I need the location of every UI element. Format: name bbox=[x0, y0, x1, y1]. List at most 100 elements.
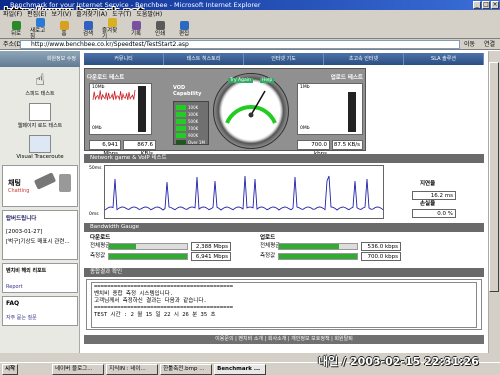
home-icon bbox=[59, 20, 69, 30]
results-box[interactable]: ========================================… bbox=[86, 279, 482, 330]
back-button[interactable]: 뒤로 bbox=[6, 20, 26, 37]
nav-speed-test[interactable]: ☝ 스피드 테스트 bbox=[6, 70, 74, 101]
latency-label: 지연율 bbox=[420, 181, 436, 187]
scrollbar-thumb[interactable] bbox=[489, 62, 499, 292]
menu-view[interactable]: 보기(V) bbox=[52, 11, 72, 18]
window-controls: _ □ × bbox=[440, 0, 500, 10]
battery-icon-2 bbox=[59, 174, 71, 192]
nav-visual-traceroute[interactable]: Visual Traceroute bbox=[6, 134, 74, 165]
toolbar-label: 검색 bbox=[82, 30, 94, 37]
links-button[interactable]: 연결 bbox=[484, 40, 495, 49]
download-mbps: 6,941 Mbps bbox=[89, 140, 121, 157]
task-bmp[interactable]: 한툴축전.bmp ... bbox=[160, 363, 213, 375]
help-button[interactable]: Help bbox=[260, 78, 275, 83]
upload-kbs: 87.5 KB/s bbox=[332, 140, 363, 150]
toolbar-label: 뒤로 bbox=[10, 30, 22, 37]
bw-bar-fill bbox=[279, 244, 340, 249]
footer-links[interactable]: 이용문의 | 벤치비 소개 | 회사소개 | 개인정보 보호정책 | 회원탈퇴 bbox=[84, 335, 484, 344]
latency-graph bbox=[104, 165, 384, 219]
vod-title: VOD Capability bbox=[173, 85, 202, 97]
menu-help[interactable]: 도움말(H) bbox=[136, 11, 162, 18]
tab-sla[interactable]: SLA 솔루션 bbox=[404, 53, 484, 65]
tab-community[interactable]: 커뮤니티 bbox=[84, 53, 164, 65]
try-again-button[interactable]: Try Again bbox=[228, 78, 253, 83]
results-text: ========================================… bbox=[91, 282, 477, 328]
start-button[interactable]: 시작 bbox=[2, 363, 19, 375]
report-link[interactable]: Report bbox=[6, 284, 74, 290]
bw-bar-track bbox=[278, 243, 358, 250]
faq-link[interactable]: 자주 묻는 질문 bbox=[6, 314, 74, 321]
results-line: ========================================… bbox=[94, 305, 234, 311]
bw-up-label: 업로드 bbox=[260, 235, 276, 241]
print-button[interactable]: 인쇄 bbox=[150, 20, 170, 37]
vod-level-label: 700K bbox=[188, 125, 199, 131]
address-input[interactable]: http://www.benchbee.co.kr/Speedtest/Test… bbox=[20, 40, 460, 49]
task-naver-blog[interactable]: 네이버 블로그... bbox=[52, 363, 105, 375]
address-bar: 주소(D) http://www.benchbee.co.kr/Speedtes… bbox=[0, 39, 500, 50]
download-line bbox=[92, 89, 136, 101]
chatting-promo[interactable]: 채팅 Chatting bbox=[2, 165, 78, 207]
report-box[interactable]: 벤치비 해외 리포트 Report bbox=[2, 263, 78, 293]
vod-level-label: 100K bbox=[188, 104, 199, 110]
vod-levels: 100K 300K 500K 700K 900K Over 1M bbox=[173, 101, 209, 145]
member-edit-link[interactable]: 회원정보 수정 bbox=[0, 51, 80, 67]
timestamp-overlay: 내일 / 2003-02-15 22:31:26 bbox=[318, 355, 479, 368]
download-min: 0Mb bbox=[92, 126, 102, 131]
notice-link[interactable]: [벅구]기상도 매표시 관련... bbox=[6, 237, 74, 245]
nav-label: 스피드 테스트 bbox=[25, 91, 55, 97]
download-max: 10Mb bbox=[92, 85, 105, 90]
upload-min: 0Mb bbox=[300, 126, 310, 131]
results-line: 벤치비 종합 측정 시스템입니다. bbox=[94, 291, 174, 297]
toolbar-label: 즐겨찾기 bbox=[102, 27, 118, 40]
loss-label: 손실율 bbox=[420, 201, 436, 207]
gauge-hub bbox=[248, 112, 254, 118]
toolbar-label: 기록 bbox=[130, 30, 142, 37]
loss-value: 0.0 % bbox=[412, 209, 456, 218]
battery-icon bbox=[33, 172, 57, 190]
tab-test-history[interactable]: 테스트 히스토리 bbox=[164, 53, 244, 65]
speed-gauge: Try Again Help bbox=[213, 73, 289, 149]
edit-button[interactable]: 편집 bbox=[174, 20, 194, 37]
tab-internet-guide[interactable]: 인터넷 기도 bbox=[244, 53, 324, 65]
nav-label: Visual Traceroute bbox=[16, 154, 64, 160]
bw-value: 536.0 kbps bbox=[361, 242, 401, 251]
results-line: 고객님께서 측정하신 결과는 다음과 같습니다. bbox=[94, 298, 207, 304]
hand-cursor-icon: ☝ bbox=[35, 70, 45, 89]
bw-bar-track bbox=[278, 253, 358, 260]
results-line: TEST 시간 : 2 월 15 일 22 시 26 분 35 초 bbox=[94, 312, 216, 318]
refresh-button[interactable]: 새로고침 bbox=[30, 17, 50, 40]
vod-led bbox=[176, 118, 186, 124]
close-icon[interactable]: × bbox=[491, 1, 499, 9]
toolbar-label: 새로고침 bbox=[30, 27, 46, 40]
print-icon bbox=[155, 20, 165, 30]
maximize-icon[interactable]: □ bbox=[482, 1, 490, 9]
vod-level: 500K bbox=[176, 118, 206, 124]
vod-level-label: 500K bbox=[188, 118, 199, 124]
task-jisik-in[interactable]: 지식IN : 네이... bbox=[106, 363, 159, 375]
vod-level-label: 300K bbox=[188, 111, 199, 117]
menu-bar: 파일(F) 편집(E) 보기(V) 즐겨찾기(A) 도구(T) 도움말(H) bbox=[0, 10, 500, 19]
vod-level: 100K bbox=[176, 104, 206, 110]
home-button[interactable]: 홈 bbox=[54, 20, 74, 37]
upload-bar bbox=[348, 92, 356, 132]
menu-file[interactable]: 파일(F) bbox=[3, 11, 22, 18]
bw-value: 6,941 Mbps bbox=[191, 252, 231, 261]
task-benchmark[interactable]: Benchmark ... bbox=[214, 363, 267, 375]
history-button[interactable]: 기록 bbox=[126, 20, 146, 37]
nav-webpage-load-test[interactable]: 웹페이지 로드 테스트 bbox=[6, 102, 74, 133]
search-button[interactable]: 검색 bbox=[78, 20, 98, 37]
tab-broadband[interactable]: 초고속 인터넷 bbox=[324, 53, 404, 65]
download-graph: 10Mb 0Mb bbox=[89, 83, 152, 135]
bw-row-label: 측정값 bbox=[260, 253, 276, 259]
vod-led bbox=[176, 132, 186, 138]
faq-box[interactable]: FAQ 자주 묻는 질문 bbox=[2, 296, 78, 326]
minimize-icon[interactable]: _ bbox=[473, 1, 481, 9]
bw-bar-track bbox=[108, 243, 188, 250]
favorites-button[interactable]: 즐겨찾기 bbox=[102, 17, 122, 40]
bw-bar-fill bbox=[279, 254, 357, 259]
bw-value: 2,388 Mbps bbox=[191, 242, 231, 251]
notice-box: 탑버드립니다 [2003-01-27] [벅구]기상도 매표시 관련... bbox=[2, 210, 78, 260]
toolbar-label: 인쇄 bbox=[154, 30, 166, 37]
go-button[interactable]: 이동 bbox=[464, 40, 475, 49]
nav-label: 웹페이지 로드 테스트 bbox=[17, 123, 63, 129]
